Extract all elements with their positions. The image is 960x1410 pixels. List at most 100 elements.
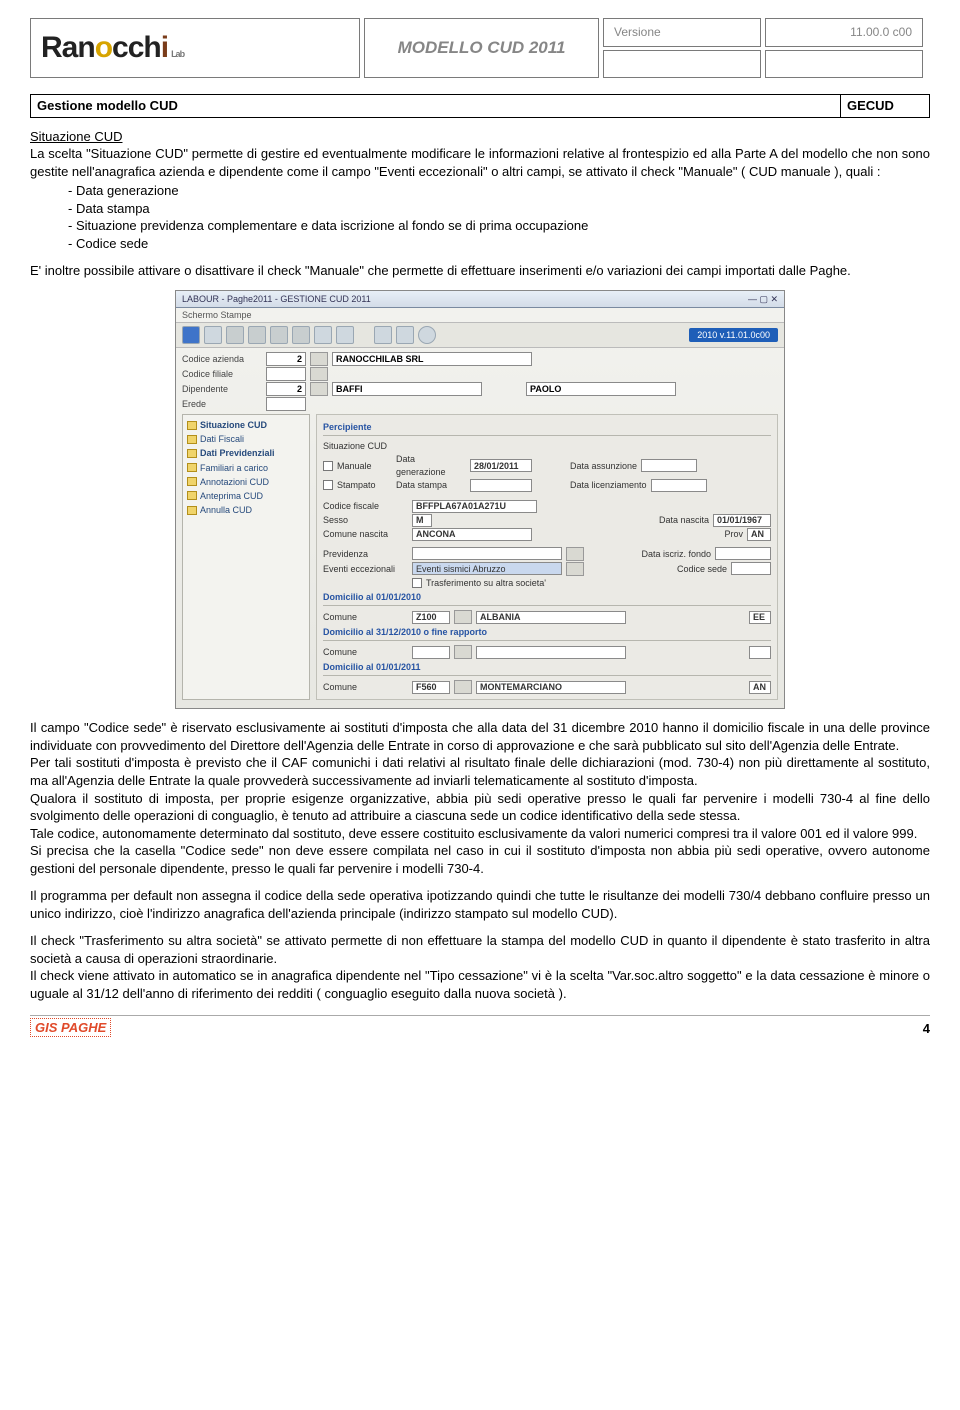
data-generazione-field[interactable]: 28/01/2011 <box>470 459 532 472</box>
dipendente-field[interactable]: 2 <box>266 382 306 396</box>
paragraph: Per tali sostituti d'imposta è previsto … <box>30 754 930 789</box>
label-data-ass: Data assunzione <box>570 460 637 472</box>
window-menubar: Schermo Stampe <box>176 308 784 323</box>
toolbar-icon[interactable] <box>314 326 332 344</box>
list-item: - Data stampa <box>68 200 930 218</box>
brand-text: Ranocchi Lab <box>41 28 184 69</box>
lookup-icon[interactable] <box>454 645 472 659</box>
label-prov: Prov <box>724 528 743 540</box>
label-comune-nn: Comune nascita <box>323 528 408 540</box>
group-dom2010: Domicilio al 01/01/2010 <box>323 591 771 603</box>
manuale-checkbox[interactable] <box>323 461 333 471</box>
label-codice-filiale: Codice filiale <box>182 368 262 380</box>
comune-nascita-field[interactable]: ANCONA <box>412 528 532 541</box>
dom1-code-field[interactable]: Z100 <box>412 611 450 624</box>
paragraph: Si precisa che la casella "Codice sede" … <box>30 842 930 877</box>
toolbar-icon[interactable] <box>204 326 222 344</box>
prev-icon[interactable] <box>248 326 266 344</box>
sidebar-item-fiscali[interactable]: Dati Fiscali <box>187 432 305 446</box>
toolbar-icon[interactable] <box>396 326 414 344</box>
label-comune: Comune <box>323 646 408 658</box>
dom3-code-field[interactable]: F560 <box>412 681 450 694</box>
group-percipiente: Percipiente <box>323 421 771 433</box>
label-data-lic: Data licenziamento <box>570 479 647 491</box>
dom2-code-field[interactable] <box>412 646 450 659</box>
sidebar-item-familiari[interactable]: Familiari a carico <box>187 461 305 475</box>
sidebar-item-anteprima[interactable]: Anteprima CUD <box>187 489 305 503</box>
dom2-name-field <box>476 646 626 659</box>
label-iscr: Data iscriz. fondo <box>641 548 711 560</box>
prov-field[interactable]: AN <box>747 528 771 541</box>
data-nascita-field[interactable]: 01/01/1967 <box>713 514 771 527</box>
folder-icon <box>187 435 197 444</box>
label-codice-azienda: Codice azienda <box>182 353 262 365</box>
toolbar-icon[interactable] <box>336 326 354 344</box>
version-pill: 2010 v.11.01.0c00 <box>689 328 778 342</box>
paragraph: Qualora il sostituto di imposta, per pro… <box>30 790 930 825</box>
dipendente-cognome: BAFFI <box>332 382 482 396</box>
brand-part: Ran <box>41 28 95 69</box>
next-icon[interactable] <box>270 326 288 344</box>
paragraph: Il programma per default non assegna il … <box>30 887 930 922</box>
paragraph: Il check viene attivato in automatico se… <box>30 967 930 1002</box>
window-toolbar: 2010 v.11.01.0c00 <box>176 323 784 348</box>
data-lic-field[interactable] <box>651 479 707 492</box>
first-icon[interactable] <box>226 326 244 344</box>
cf-field[interactable]: BFFPLA67A01A271U <box>412 500 537 513</box>
page-number: 4 <box>923 1020 930 1038</box>
erede-field[interactable] <box>266 397 306 411</box>
paragraph: E' inoltre possibile attivare o disattiv… <box>30 262 930 280</box>
sidebar-item-annulla[interactable]: Annulla CUD <box>187 503 305 517</box>
codice-filiale-field[interactable] <box>266 367 306 381</box>
label-comune: Comune <box>323 611 408 623</box>
section-code: GECUD <box>840 94 930 118</box>
brand-part: cch <box>112 28 161 69</box>
last-icon[interactable] <box>292 326 310 344</box>
folder-icon <box>187 506 197 515</box>
dom3-prov-field: AN <box>749 681 771 694</box>
dropdown-icon[interactable] <box>566 547 584 561</box>
folder-icon <box>187 421 197 430</box>
sidebar-item-situazione[interactable]: Situazione CUD <box>187 418 305 432</box>
iscr-field[interactable] <box>715 547 771 560</box>
sidebar: Situazione CUD Dati Fiscali Dati Previde… <box>182 414 310 700</box>
lookup-icon[interactable] <box>310 367 328 381</box>
label-data-gen: Data generazione <box>396 453 466 477</box>
lookup-icon[interactable] <box>454 610 472 624</box>
trasf-checkbox[interactable] <box>412 578 422 588</box>
toolbar-icon[interactable] <box>418 326 436 344</box>
sidebar-item-previdenziali[interactable]: Dati Previdenziali <box>187 446 305 460</box>
codice-azienda-field[interactable]: 2 <box>266 352 306 366</box>
list-item: - Situazione previdenza complementare e … <box>68 217 930 235</box>
doc-header: Ranocchi Lab MODELLO CUD 2011 Versione 1… <box>30 18 930 78</box>
dropdown-icon[interactable] <box>566 562 584 576</box>
data-stampa-field[interactable] <box>470 479 532 492</box>
toolbar-icon[interactable] <box>374 326 392 344</box>
bullet-list: - Data generazione - Data stampa - Situa… <box>68 182 930 252</box>
data-assunzione-field[interactable] <box>641 459 697 472</box>
previdenza-field[interactable] <box>412 547 562 560</box>
sidebar-item-annotazioni[interactable]: Annotazioni CUD <box>187 475 305 489</box>
sesso-field[interactable]: M <box>412 514 432 527</box>
lookup-icon[interactable] <box>310 382 328 396</box>
section-title: Gestione modello CUD <box>30 94 840 118</box>
dom3-name-field: MONTEMARCIANO <box>476 681 626 694</box>
codsede-field[interactable] <box>731 562 771 575</box>
lookup-icon[interactable] <box>310 352 328 366</box>
save-icon[interactable] <box>182 326 200 344</box>
folder-icon <box>187 477 197 486</box>
label-sesso: Sesso <box>323 514 408 526</box>
header-empty <box>603 50 761 79</box>
lookup-icon[interactable] <box>454 680 472 694</box>
footer-logo: GIS PAGHE <box>30 1018 111 1038</box>
eventi-field[interactable]: Eventi sismici Abruzzo <box>412 562 562 575</box>
app-screenshot: LABOUR - Paghe2011 - GESTIONE CUD 2011 —… <box>175 290 785 709</box>
dom1-prov-field: EE <box>749 611 771 624</box>
version-label: Versione <box>603 18 761 47</box>
window-titlebar: LABOUR - Paghe2011 - GESTIONE CUD 2011 —… <box>176 291 784 308</box>
label-eventi: Eventi eccezionali <box>323 563 408 575</box>
stampato-checkbox[interactable] <box>323 480 333 490</box>
folder-icon <box>187 449 197 458</box>
label-stampato: Stampato <box>337 479 392 491</box>
group-dom-fine: Domicilio al 31/12/2010 o fine rapporto <box>323 626 771 638</box>
